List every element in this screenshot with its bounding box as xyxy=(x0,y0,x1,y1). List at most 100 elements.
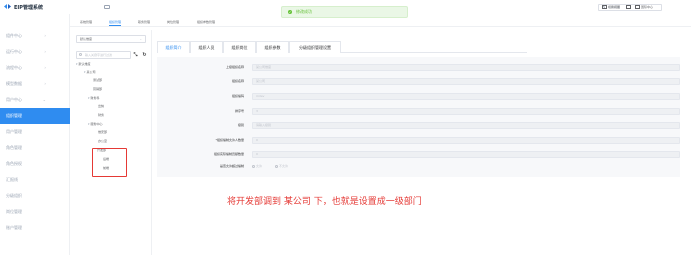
tree-node[interactable]: 营销部 xyxy=(93,87,102,92)
tree-node[interactable]: ▾财务科 xyxy=(88,96,100,101)
sidebar-item-label: 组织管理 xyxy=(6,113,22,118)
tab-org-params[interactable]: 组织参数 xyxy=(256,41,289,53)
tab-graded-org-settings[interactable]: 分级组织管理设置 xyxy=(289,41,341,53)
actual-headcount-field[interactable]: 0 xyxy=(252,151,680,158)
form-value: 0 xyxy=(256,152,258,156)
sidebar-item-label: 账户管理 xyxy=(6,225,22,230)
org-code-field[interactable]: mdev xyxy=(252,93,680,100)
sidebar-item-label: 用户管理 xyxy=(6,129,22,134)
tree-node-label: 办公室 xyxy=(98,139,108,143)
tab-org-members[interactable]: 组织人员 xyxy=(190,41,223,53)
tree-node-label: 出纳 xyxy=(98,104,105,108)
tab-org-intro[interactable]: 组织简介 xyxy=(157,41,190,53)
tree-filter-input[interactable]: 输入关键字进行过滤 xyxy=(76,51,131,59)
radio-label: 允许 xyxy=(256,164,263,168)
page-tabs: 系统管理 组织管理 职务管理 岗位管理 组织参数管理 xyxy=(70,16,691,27)
chevron-right-icon: › xyxy=(44,33,46,38)
highlight-box xyxy=(92,148,127,177)
sort-number-field[interactable]: 3 xyxy=(252,108,680,115)
org-detail-tabs: 组织简介 组织人员 组织岗位 组织参数 分级组织管理设置 xyxy=(157,41,527,53)
collapse-tree-button[interactable]: ⤡ xyxy=(132,51,139,59)
sidebar: EIP管理系统 组件中心 › 运行中心 › 流程中心 › 模型数据 › 用户中心 ⌄ 组织… xyxy=(0,0,70,255)
tree-node[interactable]: ▾服务中心 xyxy=(88,122,103,127)
level-field[interactable]: 请输入级别 xyxy=(252,122,680,129)
sidebar-item-report-line[interactable]: 汇报线 xyxy=(0,172,70,188)
allowed-headcount-field[interactable]: 0 xyxy=(252,137,680,144)
chevron-down-icon: ⌄ xyxy=(42,97,46,102)
tree-node-label: 财务 xyxy=(98,113,105,117)
tree-node-label: 维安部 xyxy=(98,130,108,134)
form-row: 上级组织名称 某公司维度 xyxy=(157,63,680,72)
chevron-right-icon: › xyxy=(44,49,46,54)
tree-node-label: 服务中心 xyxy=(90,122,103,126)
sidebar-item-label: 岗位管理 xyxy=(6,209,22,214)
caret-down-icon: ▾ xyxy=(76,62,78,66)
radio-allow[interactable]: 允许 xyxy=(252,164,262,169)
tab-org-posts[interactable]: 组织岗位 xyxy=(223,41,256,53)
sidebar-item-run-center[interactable]: 运行中心 › xyxy=(0,44,70,60)
form-row: 组织实际编制员额数量 0 xyxy=(157,150,680,159)
tab-post-management[interactable]: 岗位管理 xyxy=(167,18,179,26)
app-logo: EIP管理系统 xyxy=(0,0,70,14)
sidebar-item-flow-center[interactable]: 流程中心 › xyxy=(0,60,70,76)
form-row: 组织编码 mdev xyxy=(157,92,680,101)
tree-node-label: 测试部 xyxy=(93,78,103,82)
sidebar-item-user-management[interactable]: 用户管理 xyxy=(0,124,70,140)
tree-node[interactable]: 办公室 xyxy=(98,139,107,144)
tree-node-label: 某公司 xyxy=(86,70,96,74)
sidebar-item-org-management[interactable]: 组织管理 xyxy=(0,108,70,124)
sidebar-item-post-management[interactable]: 岗位管理 xyxy=(0,204,70,220)
form-label: *组织编制允许人数量 xyxy=(215,138,244,142)
i18n-center-button[interactable]: 国际中心 xyxy=(635,4,653,10)
tree-node[interactable]: 维安部 xyxy=(98,130,107,135)
form-value: mdev xyxy=(256,94,265,98)
switch-view-label: 切换视图 xyxy=(608,5,621,9)
dimension-select[interactable]: 默认维度 ⌄ xyxy=(76,35,146,43)
chevron-right-icon: › xyxy=(44,65,46,70)
tab-system-management[interactable]: 系统管理 xyxy=(80,18,92,26)
org-name-field[interactable]: 某公司 xyxy=(252,78,680,85)
logo-icon xyxy=(4,4,11,9)
tree-node[interactable]: 出纳 xyxy=(98,104,104,109)
sidebar-item-user-center[interactable]: 用户中心 ⌄ xyxy=(0,92,70,108)
tree-node[interactable]: 财务 xyxy=(98,113,104,118)
tree-node[interactable]: ▾默认维度 xyxy=(76,62,91,67)
sidebar-item-label: 流程中心 xyxy=(6,65,22,70)
dimension-select-value: 默认维度 xyxy=(80,37,93,41)
fullscreen-icon xyxy=(626,5,631,9)
parent-org-name-field[interactable]: 某公司维度 xyxy=(252,64,680,71)
search-icon xyxy=(79,53,82,56)
caret-down-icon: ▾ xyxy=(88,96,90,100)
tree-node-label: 默认维度 xyxy=(78,62,91,66)
tab-org-management[interactable]: 组织管理 xyxy=(109,18,122,26)
radio-disallow[interactable]: 不允许 xyxy=(275,164,288,169)
caret-down-icon: ▾ xyxy=(88,122,90,126)
sidebar-item-role-management[interactable]: 角色管理 xyxy=(0,140,70,156)
switch-view-button[interactable]: 切换视图 xyxy=(602,4,620,10)
sidebar-item-label: 用户中心 xyxy=(6,97,22,102)
tab-org-params[interactable]: 组织参数管理 xyxy=(197,18,215,26)
tree-node[interactable]: 测试部 xyxy=(93,78,102,83)
org-form xyxy=(157,57,680,177)
form-row: 级别 请输入级别 xyxy=(157,121,680,130)
fullscreen-button[interactable] xyxy=(626,4,632,10)
sidebar-menu: 组件中心 › 运行中心 › 流程中心 › 模型数据 › 用户中心 ⌄ 组织管理 用户管理 … xyxy=(0,28,70,236)
tree-node[interactable]: ▾某公司 xyxy=(84,70,96,75)
refresh-button[interactable]: ↻ xyxy=(141,51,148,59)
form-label: 是否允许超过编制 xyxy=(219,164,244,168)
sidebar-item-model-data[interactable]: 模型数据 › xyxy=(0,76,70,92)
tab-job-management[interactable]: 职务管理 xyxy=(138,18,150,26)
sidebar-item-component-center[interactable]: 组件中心 › xyxy=(0,28,70,44)
radio-label: 不允许 xyxy=(279,164,289,168)
sidebar-item-label: 汇报线 xyxy=(6,177,18,182)
translate-icon xyxy=(635,5,640,9)
tree-filter-placeholder: 输入关键字进行过滤 xyxy=(85,53,113,57)
sidebar-item-graded-org[interactable]: 分级组织 xyxy=(0,188,70,204)
sidebar-item-label: 运行中心 xyxy=(6,49,22,54)
form-value: 某公司维度 xyxy=(256,65,272,69)
toast-message: 修改成功 xyxy=(296,9,312,14)
form-label: 组织编码 xyxy=(231,94,244,98)
sidebar-item-role-authorization[interactable]: 角色授权 xyxy=(0,156,70,172)
sidebar-item-account-management[interactable]: 账户管理 xyxy=(0,220,70,236)
chevron-down-icon: ⌄ xyxy=(139,37,142,41)
